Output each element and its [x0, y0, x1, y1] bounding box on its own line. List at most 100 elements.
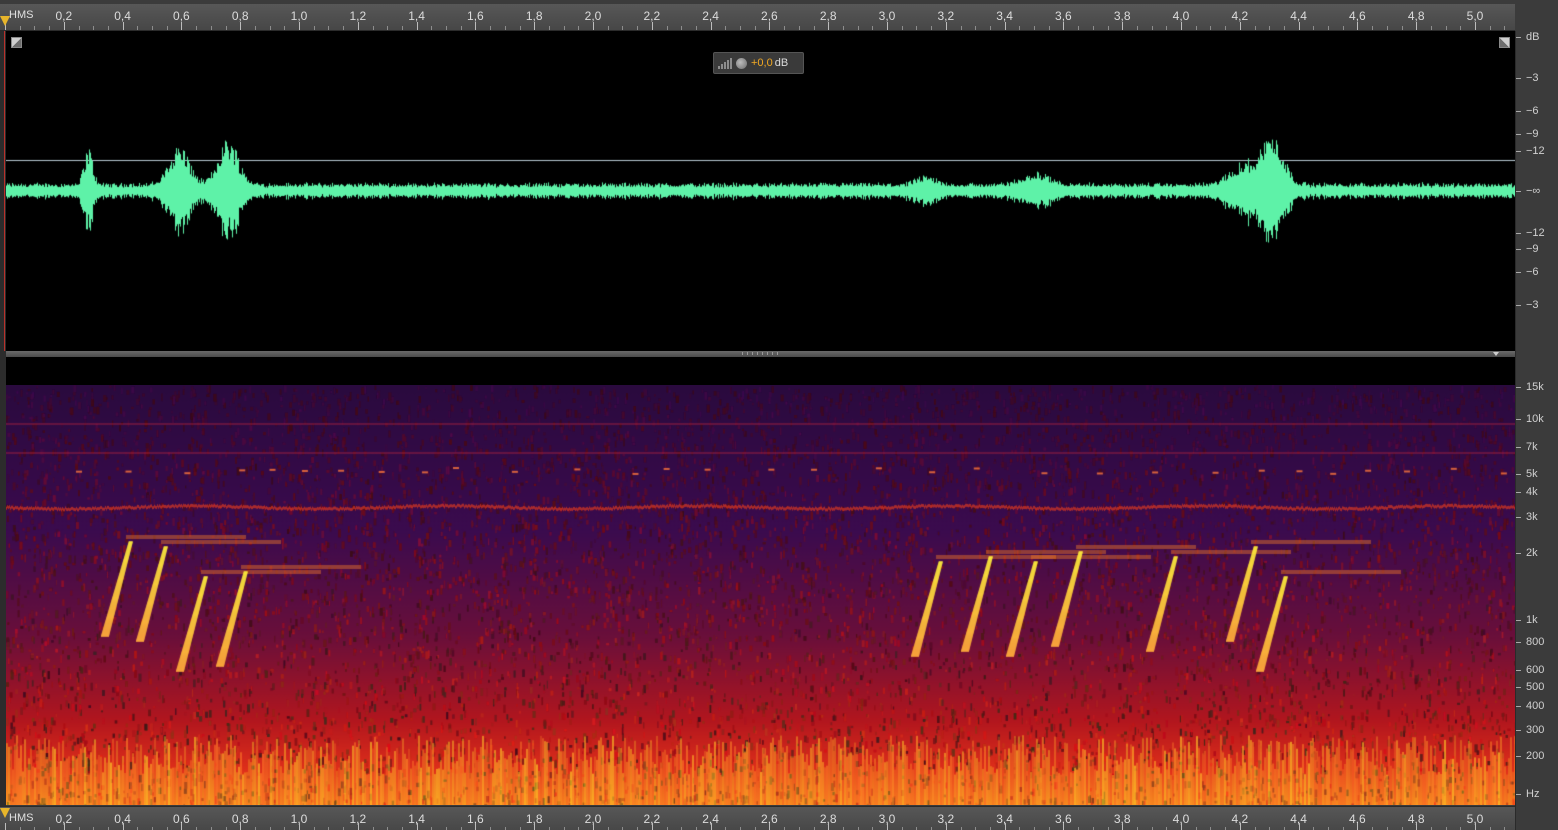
time-tick — [49, 26, 51, 30]
time-tick-label: 0,2 — [55, 9, 73, 23]
time-tick — [416, 823, 418, 830]
time-unit-label[interactable]: HMS — [9, 9, 33, 21]
time-tick — [607, 26, 609, 30]
frequency-scale-label: 5k — [1516, 468, 1538, 480]
time-tick — [387, 26, 389, 30]
volume-value: +0,0 — [751, 57, 773, 69]
time-tick — [828, 22, 830, 30]
time-tick-label: 2,6 — [761, 9, 778, 23]
time-tick-label: 2,8 — [819, 9, 837, 23]
time-tick-label: 2,4 — [702, 9, 719, 23]
time-tick-label: 3,6 — [1055, 9, 1072, 23]
time-tick — [1328, 26, 1329, 30]
time-tick — [622, 26, 624, 30]
time-tick — [769, 823, 771, 830]
time-tick-label: 1,2 — [349, 9, 367, 23]
time-tick — [1210, 26, 1212, 30]
time-tick-label: 3,0 — [878, 9, 896, 23]
time-tick-label: 2,2 — [643, 9, 661, 23]
db-scale-label: −12 — [1516, 227, 1545, 239]
time-tick — [563, 26, 565, 30]
time-tick — [196, 26, 198, 30]
time-tick-label: 4,4 — [1290, 9, 1307, 23]
time-unit-label-bottom[interactable]: HMS — [9, 812, 33, 824]
frequency-scale-label: 500 — [1515, 681, 1545, 693]
time-tick — [1401, 26, 1403, 30]
db-scale-label: −12 — [1516, 145, 1545, 157]
frequency-scale[interactable]: 15k 10k 7k 5k 4k 3k 2k 1k 800 600 500 400 300 200 Hz — [1515, 381, 1558, 806]
time-tick-label: 4,0 — [1172, 9, 1190, 23]
frequency-scale-label: 10k — [1516, 413, 1544, 425]
time-tick — [1298, 22, 1300, 30]
db-scale[interactable]: dB −3 −6 −9 −12 −∞ −12 −9 −6 −3 — [1515, 31, 1558, 351]
db-scale-label: −3 — [1516, 299, 1539, 311]
time-tick — [1269, 26, 1271, 30]
fade-in-handle-icon[interactable] — [11, 37, 22, 48]
waveform-panel[interactable]: +0,0 dB — [6, 31, 1515, 351]
time-tick — [107, 26, 109, 30]
db-scale-label: −6 — [1516, 105, 1539, 117]
volume-hud[interactable]: +0,0 dB — [713, 52, 804, 74]
frequency-scale-label: 4k — [1516, 486, 1538, 498]
time-ruler-top[interactable]: HMS 0,2 0,4 0,6 0,8 1,0 1,2 1,4 1,6 1,8 2,0 2,2 2,4… — [0, 4, 1515, 31]
time-tick — [1489, 26, 1491, 30]
time-tick — [593, 823, 594, 830]
time-tick — [34, 26, 36, 30]
time-tick — [931, 26, 933, 30]
time-tick — [1254, 26, 1256, 30]
time-tick — [1372, 26, 1374, 30]
time-tick — [284, 26, 286, 30]
time-tick — [475, 22, 477, 30]
time-tick — [1019, 26, 1021, 30]
time-tick — [93, 26, 95, 30]
spectrogram-canvas[interactable] — [6, 385, 1515, 805]
time-tick — [1239, 22, 1241, 30]
frequency-scale-label: 600 — [1515, 664, 1545, 676]
volume-knob-icon[interactable] — [736, 57, 747, 69]
time-tick — [1122, 22, 1124, 30]
time-tick — [431, 26, 433, 30]
time-tick — [475, 823, 477, 830]
time-tick-label: 0,8 — [231, 9, 249, 23]
time-tick — [1386, 26, 1388, 30]
time-tick — [1063, 22, 1065, 30]
time-tick — [357, 22, 359, 30]
spectral-frequency-display[interactable] — [6, 385, 1515, 805]
time-tick — [416, 22, 418, 30]
time-tick-label: 1,4 — [408, 9, 425, 23]
time-tick — [78, 26, 80, 30]
time-tick — [754, 26, 756, 30]
time-tick — [1342, 26, 1344, 30]
time-tick — [769, 22, 771, 30]
time-tick — [651, 823, 653, 830]
time-tick — [122, 823, 124, 830]
time-tick — [63, 823, 65, 830]
time-tick — [784, 26, 786, 30]
time-tick — [548, 26, 550, 30]
fade-out-handle-icon[interactable] — [1499, 37, 1510, 48]
splitter-grip-icon[interactable] — [742, 352, 782, 355]
time-tick — [695, 26, 697, 30]
time-tick — [1357, 22, 1359, 30]
time-tick — [1445, 26, 1447, 30]
chevron-down-icon[interactable] — [1493, 352, 1499, 356]
time-tick — [1048, 26, 1050, 30]
frequency-scale-label: 2k — [1516, 547, 1538, 559]
time-tick — [372, 26, 374, 30]
time-tick — [1416, 823, 1418, 830]
waveform-display[interactable] — [6, 31, 1515, 351]
time-tick-label: 3,8 — [1113, 9, 1131, 23]
time-tick — [240, 22, 242, 30]
time-tick — [1239, 823, 1241, 830]
time-tick-label: 3,4 — [996, 9, 1013, 23]
time-tick — [357, 823, 359, 830]
time-tick — [1078, 26, 1080, 30]
frequency-scale-label: 3k — [1516, 511, 1538, 523]
time-tick — [1298, 823, 1300, 830]
time-tick — [578, 26, 580, 30]
time-tick — [1504, 26, 1506, 30]
time-tick — [519, 26, 521, 30]
time-ruler-bottom[interactable]: HMS 0,2 0,4 0,6 0,8 1,0 1,2 1,4 1,6 1,8 2,0 2,2 2,4… — [0, 806, 1515, 830]
time-tick — [651, 22, 653, 30]
time-tick — [813, 26, 815, 30]
